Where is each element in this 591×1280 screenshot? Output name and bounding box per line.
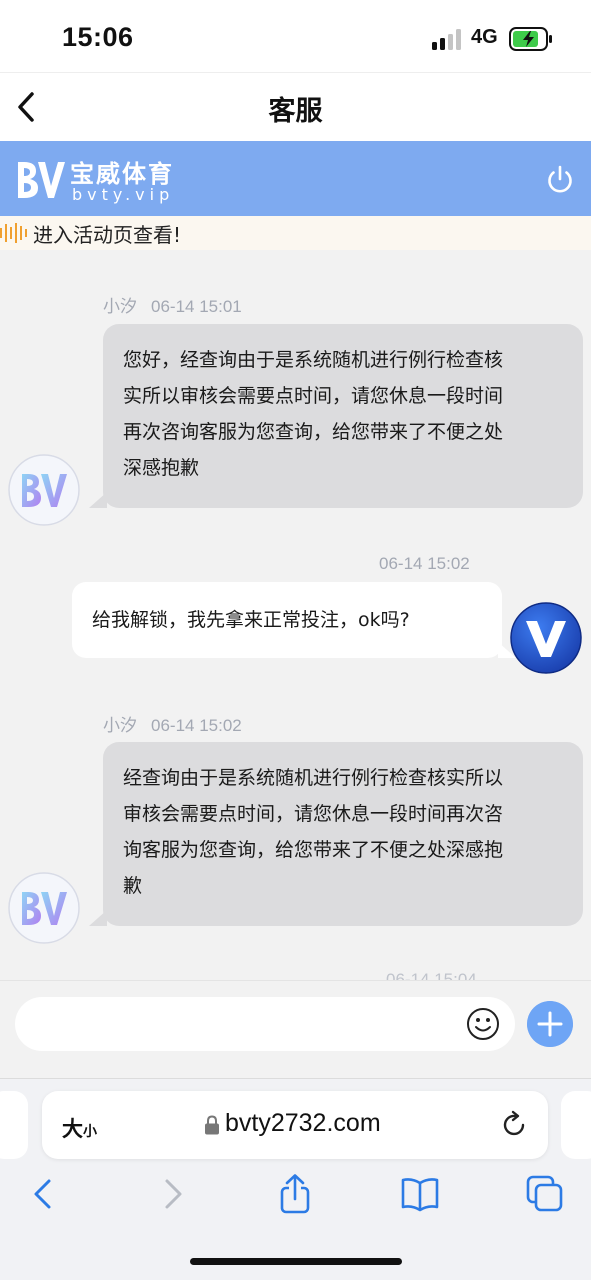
- message-bubble-outgoing: 给我解锁，我先拿来正常投注，ok吗?: [72, 582, 516, 658]
- text-size-button[interactable]: 大小: [62, 1113, 97, 1143]
- signal-icon: [432, 29, 461, 50]
- plus-icon[interactable]: [527, 1001, 573, 1047]
- message-input[interactable]: [15, 997, 515, 1051]
- share-icon[interactable]: [275, 1174, 315, 1214]
- status-bar: 15:06 4G: [0, 0, 591, 72]
- agent-avatar[interactable]: [8, 872, 80, 944]
- previous-tab[interactable]: [0, 1091, 28, 1159]
- page-title: 客服: [268, 96, 323, 127]
- brand-name: 宝威体育: [70, 160, 174, 188]
- message-time: 06-14 15:01: [151, 297, 242, 316]
- brand-logo: [18, 162, 65, 198]
- reload-icon[interactable]: [500, 1109, 530, 1141]
- url-text: bvty2732.com: [225, 1109, 381, 1137]
- smiley-icon[interactable]: [466, 1007, 500, 1041]
- battery-charging-icon: [509, 27, 552, 51]
- power-icon[interactable]: [544, 164, 576, 196]
- notice-text: 进入活动页查看!: [33, 223, 182, 247]
- message-line: 给我解锁，我先拿来正常投注，ok吗?: [92, 609, 410, 631]
- sender-name: 小汐: [103, 716, 137, 735]
- forward-icon[interactable]: [152, 1174, 192, 1214]
- address-bar[interactable]: 大小 bvty2732.com: [42, 1091, 548, 1159]
- message-line: 询客服为您查询，给您带来了不便之处深感抱: [123, 839, 504, 861]
- network-type: 4G: [471, 26, 498, 48]
- message-meta: 小汐 06-14 15:01: [103, 292, 242, 317]
- message-line: 实所以审核会需要点时间，请您休息一段时间: [123, 385, 504, 407]
- next-tab[interactable]: [561, 1091, 591, 1159]
- tabs-icon[interactable]: [525, 1174, 565, 1214]
- user-avatar[interactable]: [510, 602, 582, 674]
- message-line: 再次咨询客服为您查询，给您带来了不便之处: [123, 421, 504, 443]
- lock-icon: [205, 1115, 219, 1135]
- message-meta: 小汐 06-14 15:02: [103, 711, 242, 736]
- input-bar: [0, 980, 591, 1078]
- text-size-large: 大: [62, 1117, 83, 1141]
- message-bubble-incoming: 您好，经查询由于是系统随机进行例行检查核 实所以审核会需要点时间，请您休息一段时…: [89, 324, 583, 508]
- message-line: 经查询由于是系统随机进行例行检查核实所以: [123, 767, 504, 789]
- message-bubble-incoming: 经查询由于是系统随机进行例行检查核实所以 审核会需要点时间，请您休息一段时间再次…: [89, 742, 583, 926]
- message-time: 06-14 15:02: [151, 716, 242, 735]
- chat-area: 小汐 06-14 15:01 您好，经查询由于是系统随机进行例行检查核 实所以审核…: [0, 250, 591, 980]
- message-line: 歉: [123, 875, 143, 897]
- home-indicator: [190, 1258, 402, 1265]
- message-line: 您好，经查询由于是系统随机进行例行检查核: [123, 349, 504, 371]
- brand-header: 宝威体育 bvty.vip: [0, 141, 591, 216]
- notice-bar[interactable]: 进入活动页查看!: [0, 216, 591, 250]
- message-time: 06-14 15:02: [379, 554, 470, 573]
- text-size-small: 小: [83, 1124, 97, 1140]
- message-meta: 06-14 15:02: [379, 554, 470, 574]
- agent-avatar[interactable]: [8, 454, 80, 526]
- message-time-partial: 06-14 15:04: [386, 970, 477, 980]
- back-icon[interactable]: [24, 1174, 64, 1214]
- sound-wave-icon: [0, 223, 27, 243]
- brand-domain: bvty.vip: [72, 185, 175, 204]
- message-line: 深感抱歉: [123, 457, 200, 479]
- bookmarks-icon[interactable]: [400, 1174, 440, 1214]
- sender-name: 小汐: [103, 297, 137, 316]
- status-time: 15:06: [62, 22, 134, 52]
- message-line: 审核会需要点时间，请您休息一段时间再次咨: [123, 803, 504, 825]
- nav-bar: 客服: [0, 72, 591, 140]
